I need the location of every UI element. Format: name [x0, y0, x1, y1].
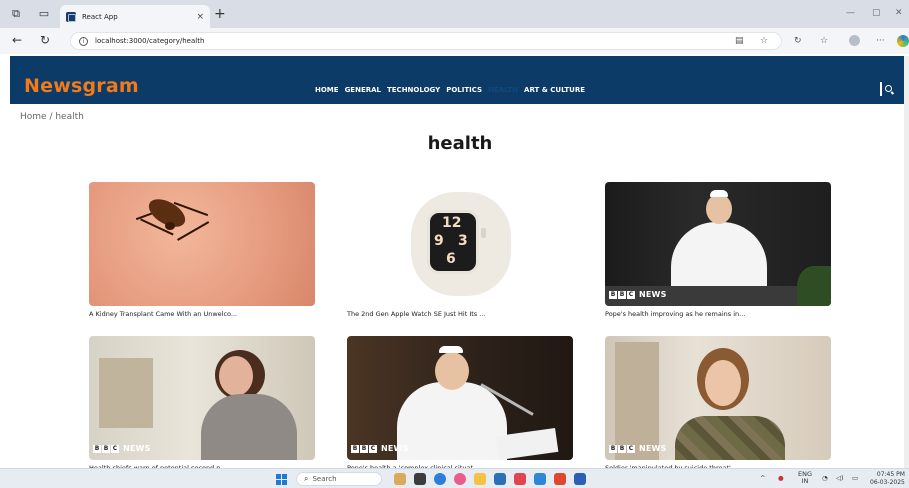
breadcrumb[interactable]: Home / health [20, 112, 84, 122]
bbc-news-logo: B B C NEWS [93, 444, 151, 453]
site-logo[interactable]: Newsgram [24, 75, 139, 97]
tray-antivirus-icon[interactable]: ● [778, 474, 784, 482]
address-bar[interactable]: i localhost:3000/category/health [70, 32, 782, 50]
security-app-icon[interactable] [514, 473, 526, 485]
windows-taskbar: ⌕ Search ^ ● ENG IN ◔ ◁) ▭ 07:45 PM 06-0… [0, 468, 909, 488]
search-icon: ⌕ [304, 474, 309, 483]
tab-actions-icon[interactable]: ▭ [37, 7, 51, 21]
bbc-news-logo: B B C NEWS [609, 444, 667, 453]
clock-time: 07:45 PM [876, 471, 905, 478]
nav-home[interactable]: HOME [315, 86, 339, 94]
article-image-cough[interactable]: B B C NEWS [89, 336, 315, 460]
edge-taskbar-icon[interactable] [434, 473, 446, 485]
file-explorer-icon[interactable] [474, 473, 486, 485]
refresh-icon[interactable]: ↻ [40, 34, 50, 46]
minimize-icon[interactable]: — [846, 8, 855, 18]
back-arrow-icon[interactable]: ← [12, 34, 22, 46]
store-icon[interactable] [494, 473, 506, 485]
article-card[interactable]: 12 9 3 6 The 2nd Gen Apple Watch SE Just… [347, 182, 573, 318]
reader-view-icon[interactable]: ▤ [735, 36, 744, 46]
vscode-icon[interactable] [534, 473, 546, 485]
browser-tab-strip: ⧉ ▭ React App × + — ▢ ✕ [0, 0, 909, 28]
article-image-soldier[interactable]: B B C NEWS [605, 336, 831, 460]
new-tab-button[interactable]: + [214, 7, 226, 21]
workspaces-icon[interactable]: ⧉ [9, 7, 23, 21]
article-title[interactable]: The 2nd Gen Apple Watch SE Just Hit Its … [347, 310, 573, 318]
maximize-icon[interactable]: ▢ [872, 8, 881, 18]
article-image-tick[interactable] [89, 182, 315, 306]
article-card[interactable]: BBCNEWS Soldier 'manipulated by suicide … [605, 336, 831, 472]
site-header: Newsgram HOME GENERAL TECHNOLOGY POLITIC… [10, 56, 909, 104]
taskbar-search[interactable]: ⌕ Search [296, 472, 382, 486]
battery-icon[interactable]: ▭ [852, 474, 858, 482]
office-app-icon[interactable] [554, 473, 566, 485]
tab-close-icon[interactable]: × [196, 12, 204, 22]
main-nav: HOME GENERAL TECHNOLOGY POLITICS HEALTH … [315, 86, 585, 94]
task-view-icon[interactable] [414, 473, 426, 485]
nav-technology[interactable]: TECHNOLOGY [387, 86, 440, 94]
region-code: IN [801, 477, 809, 485]
article-image-pope[interactable]: B B C NEWS [605, 182, 831, 306]
widgets-icon[interactable] [394, 473, 406, 485]
article-card[interactable]: A Kidney Transplant Came With an Unwelco… [89, 182, 315, 318]
clock-date: 06-03-2025 [870, 479, 905, 486]
taskbar-search-label: Search [312, 475, 337, 483]
chrome-taskbar-icon[interactable] [454, 473, 466, 485]
taskbar-clock[interactable]: 07:45 PM 06-03-2025 [870, 471, 905, 487]
bbc-news-logo: B B C NEWS [351, 444, 409, 453]
volume-icon[interactable]: ◁) [836, 474, 844, 482]
site-search-icon[interactable] [878, 82, 896, 96]
more-options-icon[interactable]: ··· [876, 36, 885, 46]
page-title: health [427, 133, 493, 154]
tray-chevron-icon[interactable]: ^ [760, 474, 765, 482]
react-app-favicon-icon [66, 11, 76, 22]
favorite-star-icon[interactable]: ☆ [760, 36, 768, 46]
page-scrollbar[interactable] [904, 56, 909, 468]
url-text[interactable]: localhost:3000/category/health [95, 37, 204, 45]
word-app-icon[interactable] [574, 473, 586, 485]
windows-start-icon[interactable] [276, 474, 287, 485]
article-card[interactable]: BBCNEWS Pope's health a 'complex clinica… [347, 336, 573, 472]
bbc-news-logo: B B C NEWS [609, 290, 667, 299]
profile-avatar[interactable] [849, 35, 860, 46]
article-title[interactable]: Pope's health improving as he remains in… [605, 310, 831, 318]
language-indicator[interactable]: ENG IN [798, 471, 812, 485]
site-info-icon[interactable]: i [79, 36, 88, 46]
article-card[interactable]: B B C NEWS Pope's health improving as he re… [605, 182, 831, 318]
copilot-icon[interactable] [897, 35, 909, 47]
nav-general[interactable]: GENERAL [345, 86, 381, 94]
nav-art-culture[interactable]: ART & CULTURE [524, 86, 585, 94]
address-toolbar: ← ↻ i localhost:3000/category/health ▤ ☆… [0, 28, 909, 54]
article-image-watch[interactable]: 12 9 3 6 [347, 182, 573, 306]
favorites-bar-icon[interactable]: ☆ [820, 36, 828, 46]
close-window-icon[interactable]: ✕ [895, 8, 903, 18]
tab-title: React App [82, 12, 118, 21]
browser-tab[interactable]: React App × [60, 5, 210, 28]
nav-politics[interactable]: POLITICS [446, 86, 482, 94]
wifi-icon[interactable]: ◔ [822, 474, 828, 482]
refresh-page-icon[interactable]: ↻ [794, 36, 802, 46]
article-image-pope-speaking[interactable]: B B C NEWS [347, 336, 573, 460]
article-title[interactable]: A Kidney Transplant Came With an Unwelco… [89, 310, 315, 318]
article-card[interactable]: BBCNEWS Health chiefs warn of potential … [89, 336, 315, 472]
nav-health[interactable]: HEALTH [488, 86, 518, 94]
